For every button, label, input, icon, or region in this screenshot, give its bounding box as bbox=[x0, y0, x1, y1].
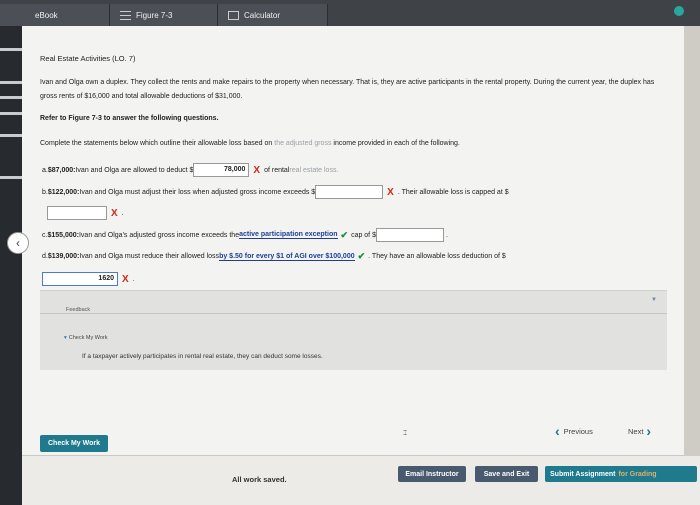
qc-dropdown[interactable]: active participation exception bbox=[239, 231, 338, 239]
previous-button[interactable]: ‹ Previous bbox=[555, 423, 593, 439]
instruction-text-end: income provided in each of the following… bbox=[331, 140, 460, 147]
qa-text: Ivan and Olga are allowed to deduct $ bbox=[75, 166, 194, 174]
submit-label-faded: for Grading bbox=[618, 470, 657, 478]
collapse-arrow-icon[interactable]: ▼ bbox=[651, 297, 657, 303]
qa-after-muted: real estate loss. bbox=[289, 166, 339, 174]
question-d: d. $139,000: Ivan and Olga must reduce t… bbox=[42, 251, 506, 262]
question-a: a. $87,000: Ivan and Olga are allowed to… bbox=[42, 163, 338, 177]
incorrect-x-icon: X bbox=[111, 207, 118, 219]
qc-cap-input[interactable] bbox=[375, 228, 444, 242]
status-dot-icon bbox=[674, 6, 684, 16]
qb-end: . bbox=[121, 209, 124, 217]
qb-threshold-input[interactable] bbox=[315, 185, 384, 199]
sidebar-stripe bbox=[0, 112, 22, 115]
sidebar-stripe bbox=[0, 96, 22, 99]
qb-cap-input[interactable] bbox=[47, 206, 107, 220]
tab-figure[interactable]: Figure 7-3 bbox=[110, 4, 218, 26]
save-and-exit-button[interactable]: Save and Exit bbox=[475, 466, 538, 482]
qc-after: cap of $ bbox=[351, 231, 376, 239]
left-sidebar bbox=[0, 26, 22, 505]
question-title: Real Estate Activities (LO. 7) bbox=[40, 54, 136, 63]
completion-instruction: Complete the statements below which outl… bbox=[40, 140, 460, 147]
email-instructor-button[interactable]: Email Instructor bbox=[398, 466, 466, 482]
top-tab-bar: eBook Figure 7-3 Calculator bbox=[0, 0, 700, 26]
qd-deduction-input[interactable]: 1620 bbox=[42, 272, 118, 286]
incorrect-x-icon: X bbox=[253, 164, 261, 176]
instruction-text: Complete the statements below which outl… bbox=[40, 140, 275, 147]
sidebar-stripe bbox=[0, 81, 22, 84]
qa-after: of rental bbox=[264, 166, 290, 174]
next-label: Next bbox=[628, 426, 644, 436]
chevron-left-icon: ‹ bbox=[555, 423, 560, 439]
refer-instruction: Refer to Figure 7-3 to answer the follow… bbox=[40, 115, 219, 122]
feedback-message: If a taxpayer actively participates in r… bbox=[82, 353, 323, 360]
incorrect-x-icon: X bbox=[122, 273, 129, 285]
instruction-muted-text: the adjusted gross bbox=[274, 140, 332, 147]
previous-label: Previous bbox=[563, 426, 593, 436]
bottom-bar: All work saved. Email Instructor Save an… bbox=[22, 456, 700, 505]
qb-after: . Their allowable loss is capped at $ bbox=[397, 188, 509, 196]
correct-check-icon: ✔ bbox=[357, 251, 366, 261]
qa-amount: $87,000: bbox=[47, 166, 76, 174]
tab-figure-label: Figure 7-3 bbox=[136, 10, 173, 20]
question-d-value: 1620 X . bbox=[42, 272, 135, 286]
question-intro: Ivan and Olga own a duplex. They collect… bbox=[40, 79, 655, 100]
qa-answer-input[interactable]: 78,000 bbox=[193, 163, 250, 177]
qd-amount: $139,000: bbox=[47, 253, 80, 260]
calculator-icon bbox=[228, 10, 239, 20]
qc-end: . bbox=[445, 231, 448, 239]
list-icon bbox=[120, 10, 131, 20]
tab-ebook[interactable]: eBook bbox=[0, 4, 110, 26]
feedback-check-my-work[interactable]: ▾ Check My Work bbox=[64, 335, 107, 341]
check-my-work-button[interactable]: Check My Work bbox=[40, 435, 108, 452]
triangle-down-icon: ▾ bbox=[64, 335, 67, 341]
sidebar-stripe bbox=[0, 48, 22, 51]
incorrect-x-icon: X bbox=[387, 186, 394, 198]
save-status: All work saved. bbox=[232, 475, 287, 484]
question-b-cap: X . bbox=[42, 206, 124, 220]
sidebar-stripe bbox=[0, 176, 22, 179]
tab-ebook-label: eBook bbox=[35, 10, 58, 20]
feedback-cmw-label: Check My Work bbox=[68, 335, 108, 341]
submit-label: Submit Assignment bbox=[550, 470, 616, 478]
tab-calculator[interactable]: Calculator bbox=[218, 4, 328, 26]
right-edge bbox=[684, 26, 700, 456]
qb-text: Ivan and Olga must adjust their loss whe… bbox=[79, 188, 316, 196]
qc-amount: $155,000: bbox=[47, 231, 79, 239]
qd-dropdown[interactable]: by $.50 for every $1 of AGI over $100,00… bbox=[219, 253, 355, 261]
question-c: c. $155,000: Ivan and Olga's adjusted gr… bbox=[42, 228, 448, 242]
feedback-divider bbox=[40, 313, 667, 314]
sidebar-stripe bbox=[0, 134, 22, 137]
next-button[interactable]: Next › bbox=[628, 423, 651, 439]
submit-assignment-button[interactable]: Submit Assignment for Grading bbox=[545, 466, 697, 482]
question-b: b. $122,000: Ivan and Olga must adjust t… bbox=[42, 185, 509, 199]
question-panel: Real Estate Activities (LO. 7) Ivan and … bbox=[22, 26, 684, 456]
qc-text: Ivan and Olga's adjusted gross income ex… bbox=[78, 231, 240, 239]
chevron-right-icon: › bbox=[646, 423, 652, 439]
correct-check-icon: ✔ bbox=[340, 229, 349, 240]
feedback-panel: ▼ Feedback ▾ Check My Work If a taxpayer … bbox=[40, 290, 667, 370]
qd-after: . They have an allowable loss deduction … bbox=[368, 253, 506, 260]
back-chevron-icon[interactable]: ‹ bbox=[7, 232, 29, 254]
qd-end: . bbox=[132, 275, 135, 283]
text-cursor-icon: ⌶ bbox=[403, 430, 408, 437]
qb-amount: $122,000: bbox=[47, 188, 80, 196]
tab-calculator-label: Calculator bbox=[244, 10, 281, 20]
qd-text: Ivan and Olga must reduce their allowed … bbox=[79, 253, 220, 260]
